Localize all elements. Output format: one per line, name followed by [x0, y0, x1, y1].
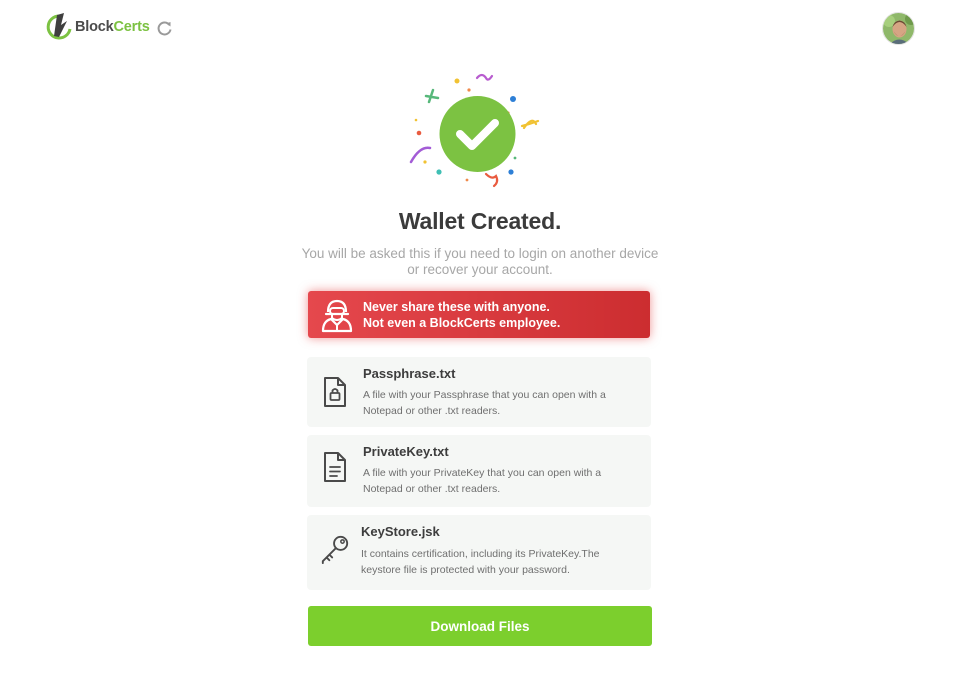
logo-text-accent: Certs [113, 19, 150, 35]
confetti-dot [465, 178, 469, 182]
warning-line-2: Not even a BlockCerts employee. [363, 315, 561, 330]
page-title: Wallet Created. [398, 208, 562, 234]
confetti-dot [423, 160, 427, 164]
logo-text-main: Block [75, 19, 114, 35]
confetti-dot [414, 118, 418, 122]
confetti-dot [513, 156, 517, 160]
file-description: A file with your PrivateKey that you can… [363, 467, 602, 495]
confetti-dot [508, 169, 514, 175]
page-subtitle: You will be asked this if you need to lo… [301, 246, 659, 277]
security-warning-banner: Never share these with anyone. Not even … [308, 291, 650, 338]
file-card-privatekey: PrivateKey.txt A file with your PrivateK… [307, 435, 651, 507]
refresh-icon[interactable] [156, 20, 173, 37]
confetti-curve [409, 146, 432, 164]
user-avatar[interactable] [882, 12, 915, 45]
confetti-dot [454, 78, 460, 84]
confetti-dot [436, 169, 442, 175]
locked-file-icon [324, 377, 346, 407]
confetti-dot [467, 88, 471, 92]
file-name: PrivateKey.txt [363, 444, 449, 459]
file-card-keystore: KeyStore.jsk It contains certification, … [307, 515, 651, 590]
confetti-dot [416, 130, 422, 136]
text-file-icon [324, 452, 346, 482]
key-icon [321, 535, 349, 564]
file-name: Passphrase.txt [363, 366, 456, 381]
confetti-squiggle [475, 73, 494, 81]
blockcerts-logo-icon [46, 13, 72, 40]
download-files-button[interactable]: Download Files [308, 606, 652, 646]
file-description: It contains certification, including its… [361, 548, 600, 576]
file-description: A file with your Passphrase that you can… [363, 389, 606, 417]
check-circle-icon [409, 73, 540, 188]
confetti-leaf [424, 88, 440, 104]
wallet-created-page: BlockCerts Wallet Created. You will be a… [0, 0, 960, 693]
confetti-spiral [484, 172, 499, 188]
blockcerts-logo[interactable]: BlockCerts [45, 12, 150, 42]
anonymous-agent-icon [321, 299, 353, 332]
warning-line-1: Never share these with anyone. [363, 299, 550, 314]
file-card-passphrase: Passphrase.txt A file with your Passphra… [307, 357, 651, 427]
confetti-dot [510, 96, 516, 102]
confetti-curl [520, 119, 540, 130]
file-name: KeyStore.jsk [361, 524, 440, 539]
